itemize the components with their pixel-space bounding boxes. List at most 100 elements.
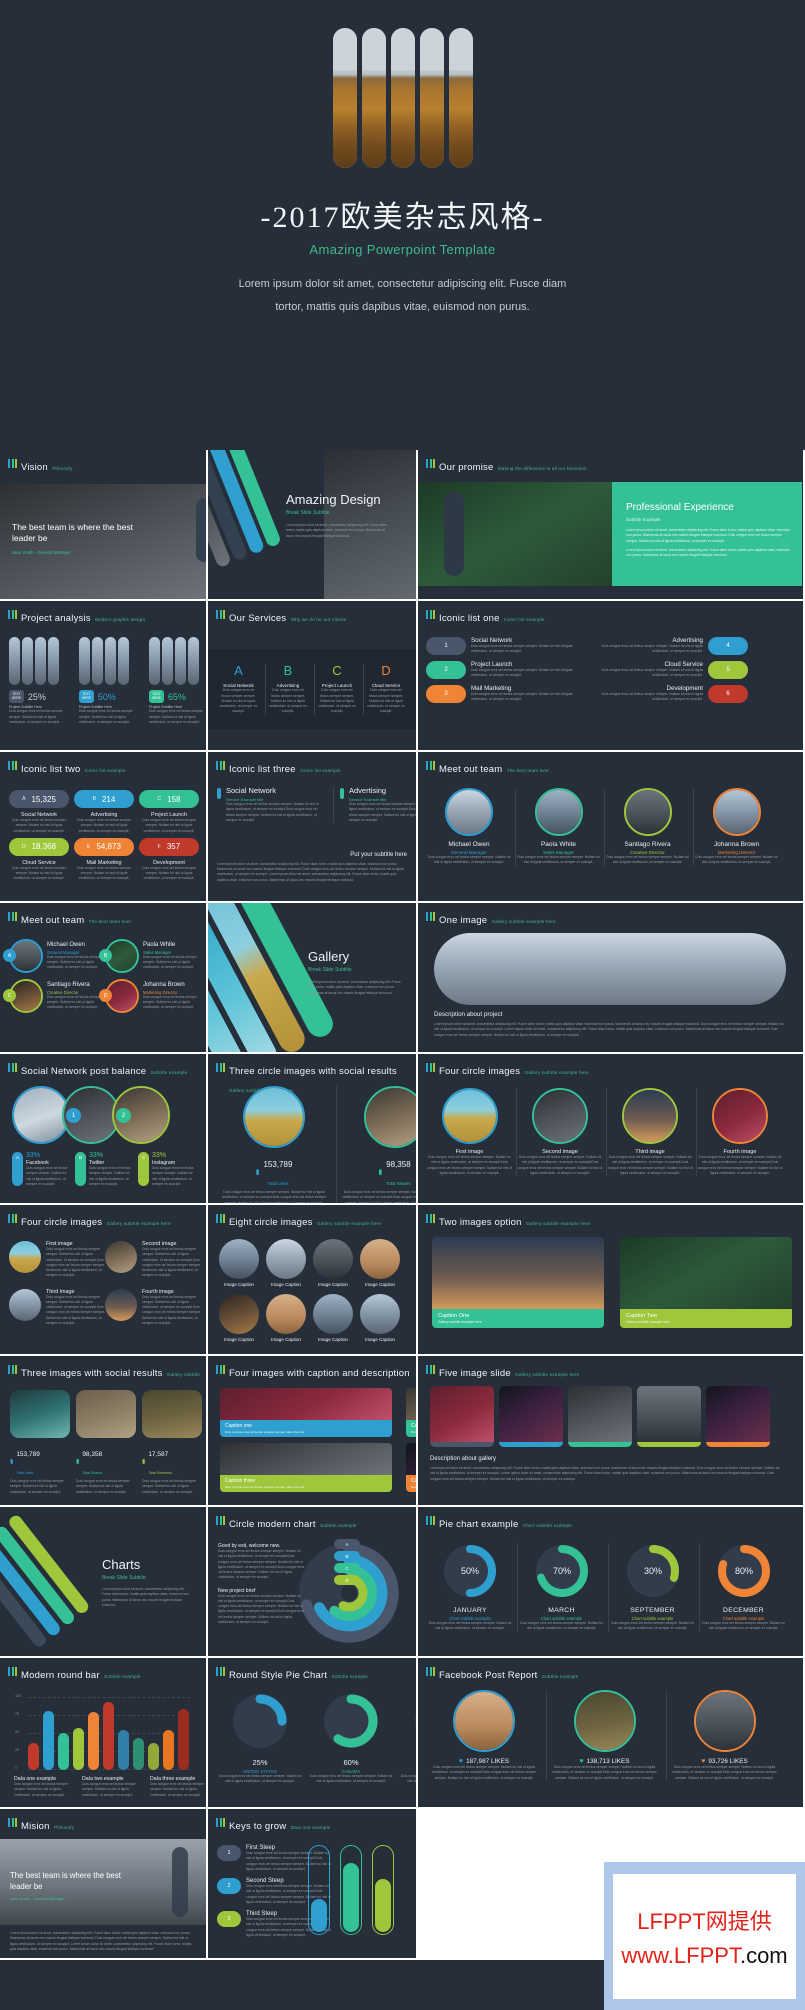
placeholder-text: Duis congue eros vel lectus semper sempe… bbox=[149, 709, 203, 724]
stat-icon: ▮ bbox=[142, 1458, 146, 1465]
slide-thumbnail-26[interactable]: Round Style Pie Chart Subtitle example 2… bbox=[208, 1658, 418, 1809]
slide-thumbnail-20[interactable]: Four images with caption and description… bbox=[208, 1356, 418, 1507]
slide-thumbnail-6[interactable]: Iconic list one Iconic list example 1 So… bbox=[418, 601, 805, 752]
photo-strip bbox=[92, 637, 103, 685]
bars-icon bbox=[426, 610, 435, 619]
placeholder-text: Duis congue eros vel lectus semper sempe… bbox=[26, 1166, 68, 1186]
iconic-number: 2 bbox=[426, 661, 466, 679]
slide-thumbnail-8[interactable]: Iconic list three Iconic list example So… bbox=[208, 752, 418, 903]
slide-thumbnail-29[interactable]: Keys to grow Data one example 1 First St… bbox=[208, 1809, 418, 1960]
slide-thumbnail-28[interactable]: Mision Philosofy The best team is where … bbox=[0, 1809, 208, 1960]
quote-author: Jane Smith - General Manager bbox=[10, 1896, 65, 1902]
slide-title: Iconic list one bbox=[439, 613, 500, 624]
iconic-name: Social Network bbox=[471, 637, 513, 644]
placeholder-text: Duis congue eros vel lectus semper sempe… bbox=[471, 644, 573, 654]
slide-thumbnail-12[interactable]: One image Gallery subtitle example here … bbox=[418, 903, 805, 1054]
slide-thumbnail-17[interactable]: Eight circle images Gallery subtitle exa… bbox=[208, 1205, 418, 1356]
placeholder-text: Duis congue eros vel lectus semper sempe… bbox=[431, 1765, 537, 1780]
slide-title: Project analysis bbox=[21, 613, 91, 624]
slide-header: Iconic list one Iconic list example bbox=[426, 608, 545, 626]
bars-icon bbox=[8, 1818, 17, 1827]
stat-avatar bbox=[453, 1690, 515, 1752]
iconic-name: Project Launch bbox=[471, 661, 513, 668]
stat-block: TEXT HERE 50% Project Subtitle Here Duis … bbox=[79, 637, 141, 725]
card-caption-bar: Caption four Duis congue eros vel lectus… bbox=[406, 1475, 416, 1492]
stat-value: 153,789 bbox=[263, 1160, 293, 1169]
slide-header: Our promise Making the difference in all… bbox=[426, 457, 588, 475]
stat-photo bbox=[10, 1390, 70, 1438]
icon-marker bbox=[340, 788, 344, 799]
stat-item: ▮ 153,789 Total Likes Duis congue eros v… bbox=[10, 1390, 70, 1495]
slide-thumbnail-15[interactable]: Four circle images Gallery subtitle exam… bbox=[418, 1054, 805, 1205]
slide-thumbnail-19[interactable]: Three images with social results Gallery… bbox=[0, 1356, 208, 1507]
placeholder-text: Duis congue eros vel lectus semper sempe… bbox=[12, 865, 66, 881]
slide-thumbnail-22[interactable]: Charts Break Slide Subtitle Lorem ipsum … bbox=[0, 1507, 208, 1658]
hero-strip bbox=[361, 28, 386, 168]
image-card: Caption Two Gallery subtitle example her… bbox=[620, 1237, 792, 1328]
stat-photo bbox=[142, 1390, 202, 1438]
stat-item: ♥ 93,726 LIKES Duis congue eros vel lect… bbox=[666, 1690, 782, 1781]
slide-thumbnail-25[interactable]: Modern round bar Subtitle example 0 25 5… bbox=[0, 1658, 208, 1809]
card-photo bbox=[620, 1237, 792, 1309]
break-subtitle: Break Slide Subtitle bbox=[286, 510, 330, 516]
hero-strip bbox=[390, 28, 415, 168]
slide-thumbnail-4[interactable]: Project analysis Modern graphic design T… bbox=[0, 601, 208, 752]
slide-thumbnail-7[interactable]: Iconic list two Iconic list example A 15… bbox=[0, 752, 208, 903]
slide-thumbnail-27[interactable]: Facebook Post Report Subtitle example ♥ … bbox=[418, 1658, 805, 1809]
member-name: Paola White bbox=[143, 941, 176, 948]
placeholder-text: Duis congue eros vel lectus semper sempe… bbox=[552, 1765, 657, 1780]
slide-thumbnail-5[interactable]: Our Services Why we do for our clients A… bbox=[208, 601, 418, 752]
placeholder-text: Duis congue eros vel lectus semper sempe… bbox=[611, 1621, 694, 1631]
legend-chip: B bbox=[334, 1551, 360, 1561]
image-item: Third image Duis congue eros vel lectus s… bbox=[9, 1288, 105, 1327]
icon-marker bbox=[217, 788, 221, 799]
slide-thumbnail-11[interactable]: Gallery Break Slide Subtitle Lorem ipsum… bbox=[208, 903, 418, 1054]
iconic-number: 4 bbox=[708, 637, 748, 655]
iconic-col: Advertising Service Example title Duis co… bbox=[333, 786, 416, 824]
slide-thumbnail-13[interactable]: Social Network post balance Subtitle exa… bbox=[0, 1054, 208, 1205]
slide-thumbnail-23[interactable]: Circle modern chart Subtitle example ABC… bbox=[208, 1507, 418, 1658]
slide-thumbnail-24[interactable]: Pie chart example Chart subtitle example… bbox=[418, 1507, 805, 1658]
card-photo bbox=[220, 1443, 392, 1475]
slide-thumbnail-10[interactable]: Meet out team The best team ever A Micha… bbox=[0, 903, 208, 1054]
slide-thumbnail-1[interactable]: Vision Philosofy The best team is where … bbox=[0, 450, 208, 601]
iconic-col: Social Network Service Example title Duis… bbox=[217, 786, 327, 823]
iconic-row: 6 Development Duis congue eros vel lectus… bbox=[593, 685, 748, 703]
image-body: Lorem ipsum dolor sit amet, consectetur … bbox=[434, 1022, 784, 1037]
slide-thumbnail-14[interactable]: Three circle images with social results … bbox=[208, 1054, 418, 1205]
slide-thumbnail-16[interactable]: Four circle images Gallery subtitle exam… bbox=[0, 1205, 208, 1356]
stat-avatar bbox=[573, 1690, 636, 1752]
hero-image-strips bbox=[332, 28, 473, 168]
like-icon: ♥ bbox=[579, 1758, 584, 1765]
slide-thumbnail-18[interactable]: Two images option Gallery subtitle examp… bbox=[418, 1205, 805, 1356]
slide-thumbnail-3[interactable]: Our promise Making the difference in all… bbox=[418, 450, 805, 601]
break-title: Gallery bbox=[308, 949, 350, 964]
avatar bbox=[712, 788, 761, 836]
donut-name: DECEMBER bbox=[723, 1607, 764, 1614]
iconic-pill: E 54,873 bbox=[74, 837, 134, 856]
placeholder-text: Duis congue eros vel lectus semper sempe… bbox=[601, 668, 703, 678]
service-item: A Social Network Duis congue eros vel le… bbox=[216, 663, 262, 714]
donut-chart: 80% bbox=[717, 1545, 770, 1597]
quote-text: The best team is where the best leader b… bbox=[10, 1871, 121, 1891]
slide-thumbnail-21[interactable]: Five image slide Gallery subtitle exampl… bbox=[418, 1356, 805, 1507]
member-letter-badge: B bbox=[99, 949, 112, 962]
placeholder-text: Duis congue eros vel lectus semper sempe… bbox=[400, 1774, 418, 1784]
placeholder-text: Duis congue eros vel lectus semper sempe… bbox=[219, 688, 258, 714]
slide-header: Project analysis Modern graphic design bbox=[8, 608, 145, 626]
image-circle bbox=[313, 1294, 353, 1334]
placeholder-text: Duis congue eros vel lectus semper sempe… bbox=[309, 1774, 393, 1784]
iconic-pill: C 158 bbox=[139, 790, 199, 808]
image-avatar bbox=[622, 1088, 678, 1144]
social-pct: 33% bbox=[26, 1152, 41, 1159]
donut-chart bbox=[233, 1694, 287, 1748]
placeholder-text: Duis congue eros vel lectus semper sempe… bbox=[10, 1479, 64, 1494]
bars-icon bbox=[426, 1516, 435, 1525]
placeholder-text: Duis congue eros vel lectus semper sempe… bbox=[601, 692, 703, 702]
slide-thumbnail-2[interactable]: Amazing Design Break Slide Subtitle Lore… bbox=[208, 450, 418, 601]
social-card: C 33% Instagram Duis congue eros vel lect… bbox=[138, 1152, 196, 1187]
slide-title: Our Services bbox=[229, 613, 287, 624]
like-icon: ♥ bbox=[458, 1758, 464, 1765]
slide-thumbnail-9[interactable]: Meet out team The best team ever Michael… bbox=[418, 752, 805, 903]
slide-title: Three images with social results bbox=[21, 1368, 163, 1379]
